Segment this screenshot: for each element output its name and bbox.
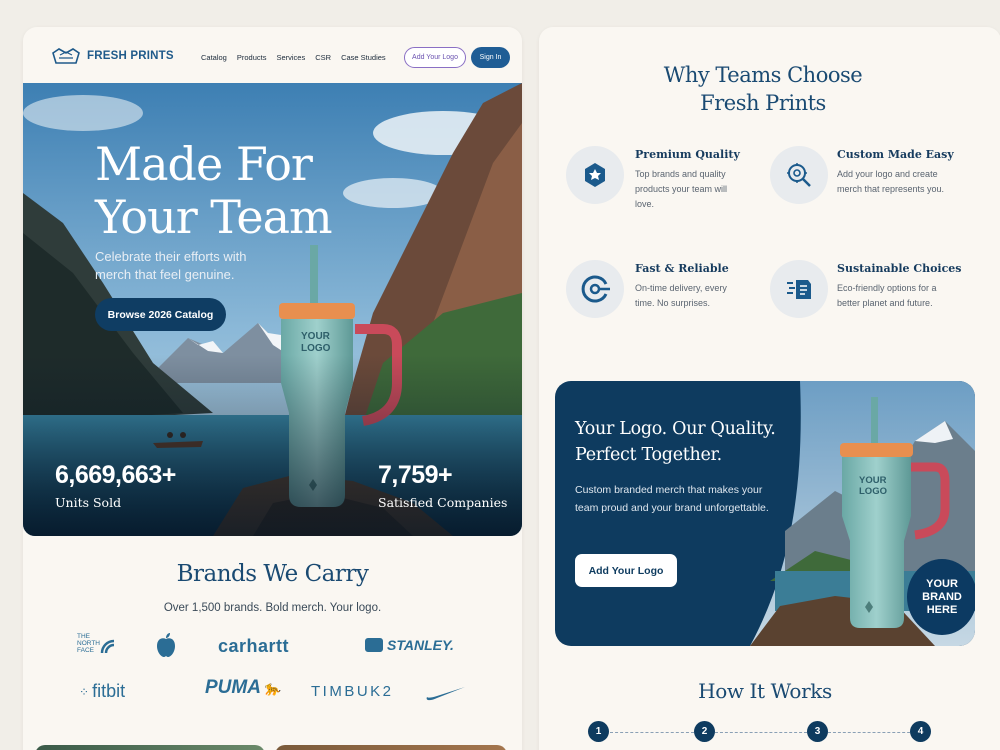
brand-name: FRESH PRINTS	[87, 50, 174, 62]
magnifier-gear-icon	[787, 163, 811, 187]
crown-logo-icon	[52, 48, 80, 64]
main-menu: Catalog Products Services CSR Case Studi…	[201, 53, 386, 62]
landing-page-card: FRESH PRINTS Catalog Products Services C…	[23, 27, 522, 750]
timbuk2-text: TIMBUK2	[311, 683, 394, 700]
how-it-works-title: How It Works	[698, 679, 832, 703]
promo-title-line2: Perfect Together.	[575, 445, 722, 465]
units-sold-label: Units Sold	[55, 495, 122, 510]
apple-icon	[157, 633, 175, 657]
sign-in-button[interactable]: Sign In	[471, 47, 510, 68]
promo-title-line1: Your Logo. Our Quality.	[575, 419, 776, 439]
step-4[interactable]: 4	[910, 721, 931, 742]
puma-logo[interactable]: PUMA 🐆	[205, 677, 280, 699]
feature-title-premium: Premium Quality	[635, 148, 740, 161]
menu-item-case-studies[interactable]: Case Studies	[341, 53, 386, 62]
step-1[interactable]: 1	[588, 721, 609, 742]
north-face-arc-icon	[100, 639, 115, 653]
hero-subtitle: Celebrate their efforts with merch that …	[95, 249, 247, 282]
mug-logo-line2: LOGO	[301, 343, 331, 354]
stanley-text: STANLEY.	[387, 637, 454, 653]
timbuk2-logo[interactable]: TIMBUK2	[311, 683, 394, 700]
why-title-line2: Fresh Prints	[700, 91, 826, 115]
step-2[interactable]: 2	[694, 721, 715, 742]
menu-item-services[interactable]: Services	[276, 53, 305, 62]
feature-desc-fast: On-time delivery, every time. No surpris…	[635, 283, 727, 308]
gallery-thumbnail-1[interactable]	[35, 745, 265, 750]
puma-text: PUMA	[205, 677, 261, 698]
badge-line2: BRAND	[922, 590, 962, 603]
step-connector	[828, 732, 920, 733]
why-title-line1: Why Teams Choose	[663, 63, 863, 87]
nike-swoosh-icon	[426, 687, 465, 701]
promo-description: Custom branded merch that makes your tea…	[575, 484, 769, 514]
promo-mug-logo-line2: LOGO	[859, 486, 887, 497]
hero-banner: YOUR LOGO Made For Your Team Celebrate t…	[23, 83, 522, 536]
hero-title: Made For Your Team	[95, 138, 375, 244]
why-title: Why Teams Choose Fresh Prints	[539, 61, 987, 117]
brands-title: Brands We Carry	[176, 561, 369, 587]
add-logo-nav-button[interactable]: Add Your Logo	[404, 47, 466, 68]
brand-logo[interactable]: FRESH PRINTS	[51, 47, 174, 65]
menu-item-catalog[interactable]: Catalog	[201, 53, 227, 62]
feature-desc-premium: Top brands and quality products your tea…	[635, 169, 728, 209]
fitbit-text: fitbit	[92, 681, 126, 701]
premium-quality-icon	[566, 146, 624, 204]
brands-subtitle: Over 1,500 brands. Bold merch. Your logo…	[163, 602, 382, 614]
badge-line3: HERE	[926, 603, 958, 616]
add-your-logo-button[interactable]: Add Your Logo	[575, 554, 677, 587]
gallery-thumbnail-2[interactable]	[275, 745, 507, 750]
fitbit-logo[interactable]: ⁘ fitbit	[79, 681, 125, 702]
companies-value: 7,759+	[378, 461, 453, 489]
mug-logo-placeholder: YOUR LOGO	[301, 331, 330, 355]
hero-title-line2: Your Team	[95, 190, 333, 244]
promo-mug-logo-line1: YOUR	[859, 475, 887, 486]
feature-desc-sustainable: Eco-friendly options for a better planet…	[837, 283, 937, 308]
companies-label: Satisfied Companies	[378, 495, 508, 510]
promo-title: Your Logo. Our Quality. Perfect Together…	[575, 416, 795, 468]
custom-made-icon	[770, 146, 828, 204]
north-face-line3: FACE	[77, 647, 94, 654]
north-face-line2: NORTH	[77, 640, 100, 647]
box-star-icon	[585, 163, 605, 187]
fitbit-dots-icon: ⁘	[79, 684, 90, 699]
north-face-line1: THE	[77, 633, 90, 640]
menu-item-csr[interactable]: CSR	[315, 53, 331, 62]
hero-title-line1: Made For	[95, 137, 313, 191]
step-connector	[610, 732, 694, 733]
eco-clothing-icon	[787, 280, 811, 299]
apple-logo-icon[interactable]	[155, 632, 177, 658]
feature-title-sustainable: Sustainable Choices	[837, 262, 962, 275]
puma-cat-icon: 🐆	[262, 679, 281, 696]
promo-banner: YOUR LOGO Your Logo. Our Quality. Perfec…	[555, 381, 975, 646]
feature-title-fast: Fast & Reliable	[635, 262, 729, 275]
feature-desc-custom: Add your logo and create merch that repr…	[837, 169, 945, 194]
menu-item-products[interactable]: Products	[237, 53, 267, 62]
nike-logo[interactable]	[425, 685, 465, 701]
fast-reliable-icon	[566, 260, 624, 318]
carhartt-logo[interactable]: carhartt	[218, 636, 289, 657]
features-card: Why Teams Choose Fresh Prints Premium Qu…	[539, 27, 1000, 750]
badge-line1: YOUR	[926, 577, 958, 590]
mug-logo-line1: YOUR	[301, 331, 330, 342]
fast-delivery-icon	[581, 275, 610, 303]
stanley-bear-icon	[365, 638, 383, 652]
browse-catalog-button[interactable]: Browse 2026 Catalog	[95, 298, 226, 331]
top-nav: FRESH PRINTS Catalog Products Services C…	[23, 27, 522, 83]
units-sold-value: 6,669,663+	[55, 461, 176, 489]
step-connector	[715, 732, 807, 733]
sustainable-icon	[770, 260, 828, 318]
carhartt-text: carhartt	[218, 636, 290, 656]
north-face-logo[interactable]: THE NORTH FACE	[77, 633, 116, 654]
promo-mug-logo: YOUR LOGO	[859, 475, 887, 497]
feature-title-custom: Custom Made Easy	[837, 148, 954, 161]
your-brand-here-badge: YOUR BRAND HERE	[907, 559, 975, 635]
step-3[interactable]: 3	[807, 721, 828, 742]
stanley-logo[interactable]: STANLEY.	[365, 637, 454, 653]
